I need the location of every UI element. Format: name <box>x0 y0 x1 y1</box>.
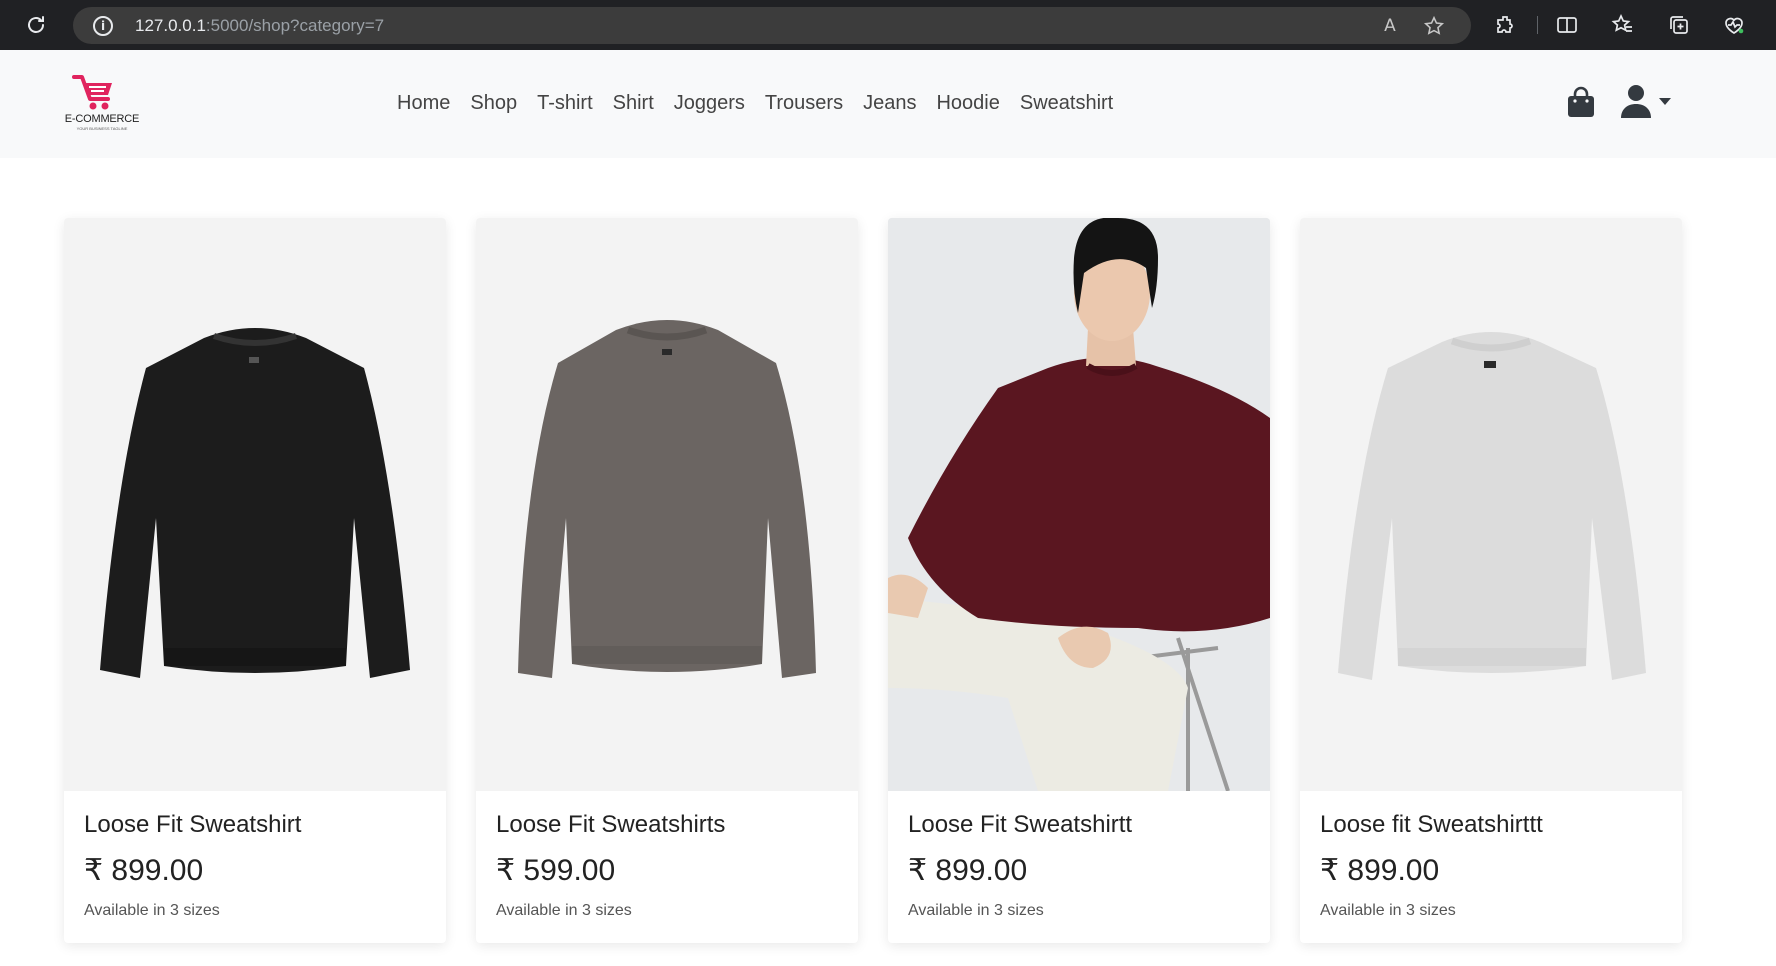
site-info-icon[interactable]: i <box>93 16 113 36</box>
product-price: ₹ 899.00 <box>84 854 204 887</box>
address-bar[interactable]: i 127.0.0.1:5000/shop?category=7 A <box>73 7 1471 44</box>
url-host: 127.0.0.1 <box>135 16 206 35</box>
nav-shirt[interactable]: Shirt <box>613 92 654 115</box>
lightgrey-sweatshirt-image <box>1338 332 1646 680</box>
product-info: Loose Fit Sweatshirtt ₹ 899.00 Available… <box>908 811 1250 920</box>
nav-hoodie[interactable]: Hoodie <box>936 92 999 115</box>
url-text[interactable]: 127.0.0.1:5000/shop?category=7 <box>135 16 384 36</box>
product-availability: Available in 3 sizes <box>1320 902 1456 919</box>
nav-sweatshirt[interactable]: Sweatshirt <box>1020 92 1113 115</box>
product-name[interactable]: Loose fit Sweatshirttt <box>1320 811 1662 839</box>
model-maroon-sweatshirt-image <box>888 218 1270 791</box>
product-image-grey-sweatshirt[interactable] <box>476 218 858 791</box>
read-aloud-icon[interactable]: A <box>1379 15 1401 37</box>
product-availability: Available in 3 sizes <box>496 902 632 919</box>
product-price: ₹ 599.00 <box>496 854 616 887</box>
shopping-bag-icon[interactable] <box>1566 86 1596 118</box>
product-card[interactable]: Loose Fit Sweatshirts ₹ 599.00 Available… <box>476 218 858 943</box>
main-menu: Home Shop T-shirt Shirt Joggers Trousers… <box>397 92 1133 115</box>
nav-tshirt[interactable]: T-shirt <box>537 92 593 115</box>
url-path: :5000/shop?category=7 <box>205 16 385 35</box>
product-card[interactable]: Loose Fit Sweatshirt ₹ 899.00 Available … <box>64 218 446 943</box>
product-availability: Available in 3 sizes <box>908 902 1044 919</box>
product-info: Loose Fit Sweatshirts ₹ 599.00 Available… <box>496 811 838 920</box>
favorites-icon[interactable] <box>1611 13 1635 37</box>
product-info: Loose Fit Sweatshirt ₹ 899.00 Available … <box>84 811 426 920</box>
product-grid: Loose Fit Sweatshirt ₹ 899.00 Available … <box>64 218 1682 943</box>
browser-toolbar: i 127.0.0.1:5000/shop?category=7 A <box>0 0 1776 50</box>
nav-joggers[interactable]: Joggers <box>674 92 745 115</box>
extensions-icon[interactable] <box>1494 13 1518 37</box>
shopping-cart-logo-icon <box>72 75 112 110</box>
product-image-model-maroon-sweatshirt[interactable] <box>888 218 1270 791</box>
user-account-icon[interactable] <box>1620 84 1652 118</box>
product-name[interactable]: Loose Fit Sweatshirt <box>84 811 426 839</box>
toolbar-divider <box>1537 16 1538 34</box>
logo-text: E-COMMERCE <box>64 113 140 125</box>
nav-shop[interactable]: Shop <box>470 92 517 115</box>
product-image-black-sweatshirt[interactable] <box>64 218 446 791</box>
nav-trousers[interactable]: Trousers <box>765 92 843 115</box>
nav-home[interactable]: Home <box>397 92 450 115</box>
split-screen-icon[interactable] <box>1555 13 1579 37</box>
product-price: ₹ 899.00 <box>908 854 1028 887</box>
product-name[interactable]: Loose Fit Sweatshirts <box>496 811 838 839</box>
product-price: ₹ 899.00 <box>1320 854 1440 887</box>
reload-icon[interactable] <box>24 13 48 37</box>
product-info: Loose fit Sweatshirttt ₹ 899.00 Availabl… <box>1320 811 1662 920</box>
collections-icon[interactable] <box>1667 13 1691 37</box>
browser-essentials-icon[interactable] <box>1722 13 1746 37</box>
favorite-star-icon[interactable] <box>1423 15 1445 37</box>
nav-jeans[interactable]: Jeans <box>863 92 916 115</box>
brand-logo[interactable]: E-COMMERCE YOUR BUSINESS TAGLINE <box>64 73 140 133</box>
product-image-lightgrey-sweatshirt[interactable] <box>1300 218 1682 791</box>
site-navbar: E-COMMERCE YOUR BUSINESS TAGLINE Home Sh… <box>0 50 1776 158</box>
chevron-down-icon[interactable] <box>1658 97 1672 106</box>
product-card[interactable]: Loose fit Sweatshirttt ₹ 899.00 Availabl… <box>1300 218 1682 943</box>
product-name[interactable]: Loose Fit Sweatshirtt <box>908 811 1250 839</box>
product-availability: Available in 3 sizes <box>84 902 220 919</box>
black-sweatshirt-image <box>100 328 410 678</box>
product-card[interactable]: Loose Fit Sweatshirtt ₹ 899.00 Available… <box>888 218 1270 943</box>
logo-tagline: YOUR BUSINESS TAGLINE <box>76 126 128 131</box>
grey-sweatshirt-image <box>518 320 816 678</box>
